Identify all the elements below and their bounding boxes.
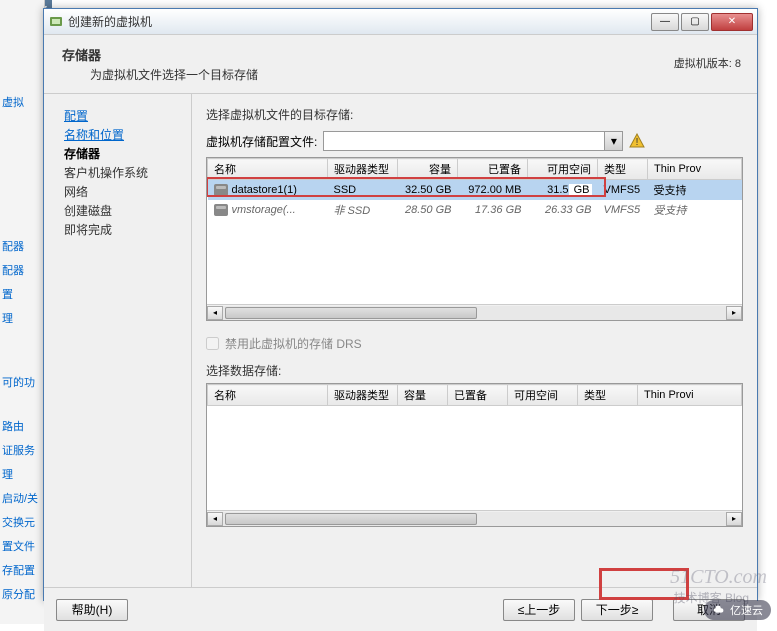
bg-item[interactable]: 理 <box>0 462 44 486</box>
col-type: 类型 <box>578 385 638 406</box>
titlebar[interactable]: 创建新的虚拟机 — ▢ ✕ <box>44 9 757 35</box>
col-free[interactable]: 可用空间 <box>528 159 598 180</box>
datastore-table-2: 名称 驱动器类型 容量 已置备 可用空间 类型 Thin Provi ◂ ▸ <box>206 383 743 527</box>
select-storage-label: 选择虚拟机文件的目标存储: <box>206 106 743 123</box>
col-name: 名称 <box>208 385 328 406</box>
wizard-main-panel: 选择虚拟机文件的目标存储: 虚拟机存储配置文件: ▾ ! 名称 驱动器类型 容量… <box>192 94 757 587</box>
scroll-thumb[interactable] <box>225 307 477 319</box>
col-drive-type: 驱动器类型 <box>328 385 398 406</box>
chevron-down-icon[interactable]: ▾ <box>604 132 622 150</box>
svg-text:!: ! <box>636 137 639 148</box>
col-capacity: 容量 <box>398 385 448 406</box>
datastore-icon <box>214 204 228 216</box>
scroll-right-button[interactable]: ▸ <box>726 306 742 320</box>
bg-item[interactable]: 路由 <box>0 414 44 438</box>
bg-item[interactable]: 证服务 <box>0 438 44 462</box>
step-create-disk: 创建磁盘 <box>64 201 183 220</box>
scroll-thumb[interactable] <box>225 513 477 525</box>
step-network: 网络 <box>64 182 183 201</box>
wizard-steps-sidebar: 配置 名称和位置 存储器 客户机操作系统 网络 创建磁盘 即将完成 <box>44 94 192 587</box>
bg-item[interactable]: 原分配 <box>0 582 44 606</box>
header-subtitle: 为虚拟机文件选择一个目标存储 <box>62 66 739 83</box>
bg-item[interactable]: 存配置 <box>0 558 44 582</box>
bg-item[interactable]: 启动/关 <box>0 486 44 510</box>
disable-drs-label: 禁用此虚拟机的存储 DRS <box>225 335 362 352</box>
bg-tab: 虚拟 <box>0 90 44 114</box>
next-button[interactable]: 下一步≥ <box>581 599 653 621</box>
step-config[interactable]: 配置 <box>64 106 183 125</box>
header-title: 存储器 <box>62 45 739 64</box>
col-capacity[interactable]: 容量 <box>398 159 458 180</box>
col-free: 可用空间 <box>508 385 578 406</box>
back-button[interactable]: ≤上一步 <box>503 599 575 621</box>
datastore-icon <box>214 184 228 196</box>
bg-item[interactable]: 可的功 <box>0 370 44 394</box>
bg-item[interactable]: 置 <box>0 282 44 306</box>
disable-drs-checkbox <box>206 337 219 350</box>
wizard-footer: 帮助(H) ≤上一步 下一步≥ 取消 <box>44 587 757 631</box>
step-storage: 存储器 <box>64 144 183 163</box>
col-thin: Thin Provi <box>638 385 742 406</box>
storage-profile-label: 虚拟机存储配置文件: <box>206 133 317 150</box>
maximize-button[interactable]: ▢ <box>681 13 709 31</box>
col-drive-type[interactable]: 驱动器类型 <box>328 159 398 180</box>
datastore-row[interactable]: datastore1(1) SSD 32.50 GB 972.00 MB 31.… <box>208 180 742 201</box>
create-vm-dialog: 创建新的虚拟机 — ▢ ✕ 存储器 为虚拟机文件选择一个目标存储 虚拟机版本: … <box>43 8 758 601</box>
step-ready: 即将完成 <box>64 220 183 239</box>
col-provisioned: 已置备 <box>448 385 508 406</box>
storage-profile-combo[interactable]: ▾ <box>323 131 623 151</box>
datastore-row[interactable]: vmstorage(... 非 SSD 28.50 GB 17.36 GB 26… <box>208 200 742 220</box>
scroll-right-button[interactable]: ▸ <box>726 512 742 526</box>
bg-item[interactable]: 配器 <box>0 234 44 258</box>
datastore-table[interactable]: 名称 驱动器类型 容量 已置备 可用空间 类型 Thin Prov datast… <box>206 157 743 321</box>
scroll-left-button[interactable]: ◂ <box>207 306 223 320</box>
col-provisioned[interactable]: 已置备 <box>458 159 528 180</box>
col-name[interactable]: 名称 <box>208 159 328 180</box>
close-button[interactable]: ✕ <box>711 13 753 31</box>
warning-icon: ! <box>629 133 645 149</box>
bg-item[interactable]: 理 <box>0 306 44 330</box>
horizontal-scrollbar[interactable]: ◂ ▸ <box>207 304 742 320</box>
step-guest-os: 客户机操作系统 <box>64 163 183 182</box>
cancel-button[interactable]: 取消 <box>673 599 745 621</box>
bg-item[interactable]: 交换元 <box>0 510 44 534</box>
select-datastore-label: 选择数据存储: <box>206 362 743 379</box>
bg-sidebar: 虚拟 配器 配器 置 理 可的功 路由 证服务 理 启动/关 交换元 置文件 存… <box>0 0 45 624</box>
help-button[interactable]: 帮助(H) <box>56 599 128 621</box>
scroll-left-button[interactable]: ◂ <box>207 512 223 526</box>
minimize-button[interactable]: — <box>651 13 679 31</box>
horizontal-scrollbar[interactable]: ◂ ▸ <box>207 510 742 526</box>
col-type[interactable]: 类型 <box>598 159 648 180</box>
step-name-location[interactable]: 名称和位置 <box>64 125 183 144</box>
col-thin[interactable]: Thin Prov <box>648 159 742 180</box>
vm-icon <box>48 14 64 30</box>
dialog-title: 创建新的虚拟机 <box>68 13 651 30</box>
bg-item[interactable]: 配器 <box>0 258 44 282</box>
bg-item[interactable]: 置文件 <box>0 534 44 558</box>
vm-version-label: 虚拟机版本: 8 <box>674 55 741 71</box>
wizard-header: 存储器 为虚拟机文件选择一个目标存储 <box>44 35 757 93</box>
